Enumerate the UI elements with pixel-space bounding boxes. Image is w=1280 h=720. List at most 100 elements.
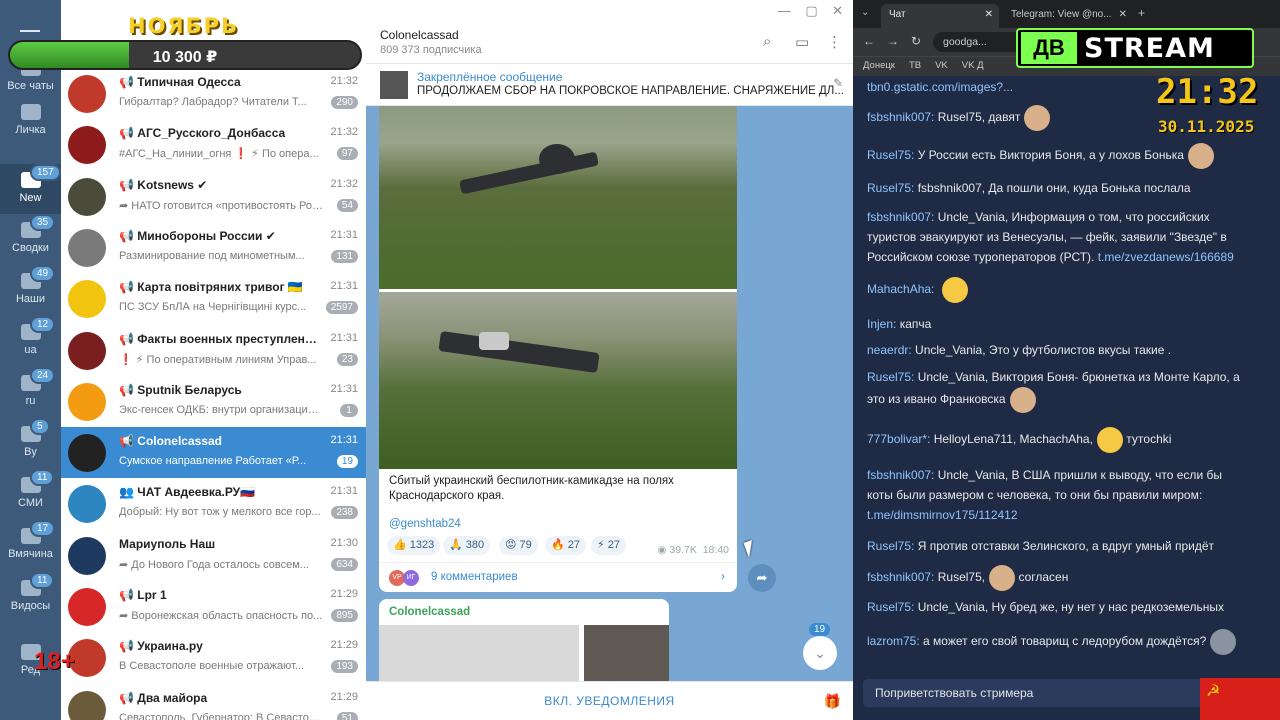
folder-3[interactable]: Сводки35 (0, 214, 61, 264)
pinned-message[interactable]: Закреплённое сообщение ПРОДОЛЖАЕМ СБОР Н… (366, 64, 853, 106)
minimize-icon[interactable]: — (778, 3, 791, 18)
bookmark-item[interactable]: ТВ (909, 60, 921, 71)
reaction-chip[interactable]: 👍 1323 (387, 536, 440, 555)
chat-row[interactable]: 📢 Минобороны России ✔21:31Разминирование… (61, 222, 366, 273)
chat-row[interactable]: 📢 Lpr 121:29➦ Воронежская область опасно… (61, 581, 366, 632)
reaction-chip[interactable]: 🙏 380 (443, 536, 490, 555)
chat-time: 21:31 (330, 332, 358, 344)
chat-username[interactable]: Rusel75: (867, 370, 914, 384)
chat-username[interactable]: Rusel75: (867, 600, 914, 614)
folder-5[interactable]: ua12 (0, 316, 61, 366)
forward-button[interactable]: ➦ (748, 564, 776, 592)
chat-username[interactable]: lazrom75: (867, 634, 920, 648)
forward-icon[interactable]: → (887, 34, 899, 48)
pin-list-icon[interactable]: ✎ (833, 76, 843, 90)
reaction-emoji: 🙏 (449, 539, 463, 551)
tab-search-icon[interactable]: ⌄ (861, 7, 869, 18)
stream-logo-right: STREAM (1084, 33, 1215, 64)
comments-count[interactable]: 9 комментариев (431, 571, 518, 583)
chat-username[interactable]: Rusel75: (867, 148, 914, 162)
message-photo-3[interactable] (379, 625, 579, 681)
gift-icon[interactable]: 🎁 (824, 693, 841, 710)
reload-icon[interactable]: ↻ (911, 34, 921, 48)
message-author[interactable]: Colonelcassad (389, 606, 470, 618)
chat-text: Uncle_Vania, Ну бред же, ну нет у нас ре… (918, 600, 1224, 614)
sidebar-toggle-icon[interactable]: ▭ (795, 33, 811, 49)
chat-name: 📢 Sputnik Беларусь (119, 383, 319, 397)
menu-icon[interactable] (20, 30, 40, 32)
folder-4[interactable]: Наши49 (0, 265, 61, 315)
channel-title[interactable]: Colonelcassad (380, 28, 459, 42)
chat-link[interactable]: t.me/zvezdanews/166689 (1098, 250, 1234, 264)
chat-username[interactable]: Injen: (867, 317, 896, 331)
folder-10[interactable]: Видосы11 (0, 572, 61, 622)
notifications-button[interactable]: ВКЛ. УВЕДОМЛЕНИЯ (366, 694, 853, 708)
message-photo-4[interactable] (584, 625, 669, 681)
folder-9[interactable]: Вмячина17 (0, 520, 61, 570)
reaction-chip[interactable]: 🔥 27 (545, 536, 586, 555)
reaction-emoji: 🔥 (551, 539, 565, 551)
tab-telegram[interactable]: Telegram: View @no...✕ (1003, 4, 1133, 28)
chat-link[interactable]: tbn0.gstatic.com/images?... (867, 80, 1013, 94)
chat-avatar (68, 537, 106, 575)
chat-username[interactable]: fsbshnik007: (867, 570, 934, 584)
close-tab-icon[interactable]: ✕ (1119, 9, 1127, 20)
folder-8[interactable]: СМИ11 (0, 469, 61, 519)
eye-icon: ◉ (657, 544, 666, 556)
chat-row[interactable]: 📢 Два майора21:29Севастополь. Губернатор… (61, 684, 366, 720)
folder-badge: 11 (30, 572, 54, 589)
telegram-window: Все чаты175ЛичкаNew157Сводки35Наши49ua12… (0, 0, 853, 720)
back-icon[interactable]: ← (863, 34, 875, 48)
bookmark-item[interactable]: Донецк (863, 60, 895, 71)
chat-row[interactable]: 📢 Украина.ру21:29В Севастополе военные о… (61, 632, 366, 683)
chat-row[interactable]: 📢 Colonelcassad21:31Сумское направление … (61, 427, 366, 478)
chat-message: 777bolivar*: HelloyLena711, MachachAha, … (867, 427, 1247, 453)
folder-1[interactable]: Личка (0, 96, 61, 146)
chat-row[interactable]: 👥 ЧАТ Авдеевка.РУ🇷🇺21:31Добрый: Ну вот т… (61, 478, 366, 529)
reaction-chip[interactable]: ⚡ 27 (591, 536, 626, 555)
new-tab-icon[interactable]: + (1138, 6, 1145, 20)
chat-row[interactable]: 📢 Факты военных преступлений Укр...21:31… (61, 325, 366, 376)
hammer-sickle-icon: ☭ (1206, 681, 1220, 701)
bookmark-item[interactable]: VK (935, 60, 948, 71)
views-count: 39.7K (669, 544, 696, 556)
chat-header[interactable]: Colonelcassad 809 373 подписчика ⌕ ▭ ⋮ —… (366, 0, 853, 64)
chat-time: 21:32 (330, 178, 358, 190)
chat-row[interactable]: 📢 Карта повітряних тривог 🇺🇦21:31ПС ЗСУ … (61, 273, 366, 324)
message-photo-1[interactable] (379, 106, 737, 289)
chat-row[interactable]: 📢 Sputnik Беларусь21:31Экс-генсек ОДКБ: … (61, 376, 366, 427)
close-icon[interactable]: ✕ (832, 3, 843, 18)
chat-username[interactable]: neaerdr: (867, 343, 912, 357)
chat-username[interactable]: Rusel75: (867, 181, 914, 195)
folder-2[interactable]: New157 (0, 164, 61, 214)
folder-6[interactable]: ru24 (0, 367, 61, 417)
folder-7[interactable]: By5 (0, 418, 61, 468)
more-menu-icon[interactable]: ⋮ (827, 33, 843, 49)
chat-row[interactable]: Мариуполь Наш21:30➦ До Нового Года остал… (61, 530, 366, 581)
chat-text: Rusel75, давят (938, 110, 1021, 124)
chat-username[interactable]: fsbshnik007: (867, 210, 934, 224)
chat-username[interactable]: fsbshnik007: (867, 110, 934, 124)
scroll-down-button[interactable]: ⌄ (803, 636, 837, 670)
chat-row[interactable]: 📢 Kotsnews ✔21:32➦ НАТО готовится «проти… (61, 171, 366, 222)
chat-username[interactable]: 777bolivar*: (867, 432, 930, 446)
message-hashtag[interactable]: @genshtab24 (389, 518, 461, 530)
chat-link[interactable]: t.me/dimsmirnov175/112412 (867, 508, 1018, 522)
close-tab-icon[interactable]: ✕ (985, 9, 993, 20)
folder-label: Личка (15, 124, 45, 136)
message-photo-2[interactable] (379, 292, 737, 469)
reaction-chip[interactable]: 😡 79 (499, 536, 538, 555)
chat-row[interactable]: 📢 АГС_Русского_Донбасса21:32#АГС_На_лини… (61, 119, 366, 170)
message-time: 18:40 (703, 544, 729, 556)
chat-username[interactable]: MahachAha: (867, 282, 934, 296)
search-icon[interactable]: ⌕ (763, 33, 779, 49)
chat-row[interactable]: 📢 Типичная Одесса21:32Гибралтар? Лабрадо… (61, 68, 366, 119)
chat-message: fsbshnik007: Uncle_Vania, Информация о т… (867, 207, 1247, 267)
address-text: goodga... (943, 36, 987, 48)
maximize-icon[interactable]: ▢ (805, 3, 817, 18)
tab-chat[interactable]: Чат✕ (881, 4, 999, 28)
bookmark-item[interactable]: VK Д (962, 60, 984, 71)
comments-link[interactable]: VP ИГ 9 комментариев › (379, 562, 737, 592)
chat-username[interactable]: Rusel75: (867, 539, 914, 553)
chat-username[interactable]: fsbshnik007: (867, 468, 934, 482)
